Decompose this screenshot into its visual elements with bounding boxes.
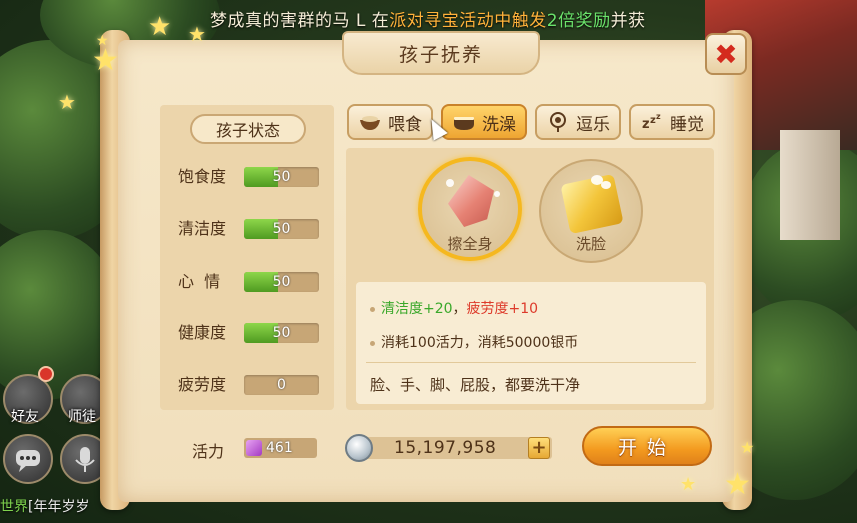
stat-label: 疲劳度 — [178, 375, 227, 394]
chat-bubble-icon — [16, 450, 40, 472]
background-building-pillar — [780, 130, 840, 240]
star-decoration-icon: ★ — [680, 474, 697, 495]
bullet-icon — [370, 340, 375, 346]
tab-bath[interactable]: 洗澡 — [441, 104, 527, 140]
bowl-icon — [360, 116, 380, 130]
vigor-display: 461 — [244, 438, 317, 458]
effect-fatigue-value: +10 — [508, 301, 539, 317]
option-label: 擦全身 — [447, 235, 493, 253]
foam-bubble — [601, 181, 611, 189]
tab-sleep[interactable]: z z z 睡觉 — [629, 104, 715, 140]
notification-dot — [38, 366, 54, 382]
plus-icon: + — [531, 437, 547, 458]
stat-bar: 50 — [244, 167, 319, 187]
stat-label: 饱食度 — [178, 167, 227, 186]
stat-value: 50 — [272, 274, 291, 290]
close-button[interactable]: ✖ — [705, 33, 747, 75]
stat-label: 健康度 — [178, 323, 227, 342]
vigor-label: 活力 — [192, 442, 225, 461]
option-wipe-body[interactable]: 擦全身 — [418, 157, 522, 261]
ticker-event: 派对寻宝活动中触发 — [389, 11, 547, 31]
close-icon: ✖ — [714, 37, 738, 71]
stat-bar: 50 — [244, 323, 319, 343]
stat-row-fatigue: 疲劳度 0 — [170, 374, 330, 396]
chat-channel: 世界 — [0, 499, 28, 515]
vigor-value: 461 — [266, 440, 293, 456]
dialog-title: 孩子抚养 — [398, 43, 483, 66]
rattle-icon — [550, 112, 566, 132]
option-wash-face[interactable]: 洗脸 — [539, 159, 643, 263]
effect-clean-label: 清洁度 — [381, 301, 423, 317]
star-decoration-icon: ★ — [96, 33, 109, 49]
bullet-icon — [370, 306, 375, 312]
stat-label: 清洁度 — [178, 219, 227, 238]
stat-row-health: 健康度 50 — [170, 322, 330, 344]
child-status-header: 孩子状态 — [190, 114, 306, 144]
soap-bar-icon — [448, 175, 494, 227]
stat-bar: 0 — [244, 375, 319, 395]
system-broadcast-ticker: 梦成真的害群的马 L 在派对寻宝活动中触发2倍奖励并获 — [210, 6, 646, 31]
sleep-icon: z z z — [642, 112, 661, 132]
effect-separator: ， — [452, 301, 467, 317]
silver-value: 15,197,958 — [394, 438, 497, 458]
foam-bubble — [494, 191, 500, 197]
effect-line: 清洁度+20，疲劳度+10 — [370, 298, 538, 318]
child-status-title: 孩子状态 — [215, 121, 280, 140]
stat-row-mood: 心 情 50 — [170, 271, 330, 293]
add-silver-button[interactable]: + — [528, 437, 550, 459]
ticker-text-end: 并获 — [610, 11, 646, 31]
stat-label: 心 情 — [178, 272, 221, 291]
ticker-text: L 在 — [350, 11, 390, 31]
option-label: 洗脸 — [575, 235, 606, 253]
option-description: 清洁度+20，疲劳度+10 消耗100活力，消耗50000银币 脸、手、脚、屁股… — [356, 282, 706, 404]
world-chat-line[interactable]: 世界[年年岁岁 — [0, 496, 89, 516]
stat-bar: 50 — [244, 219, 319, 239]
start-button-label: 开始 — [617, 436, 676, 459]
description-divider — [366, 362, 696, 363]
tab-feed[interactable]: 喂食 — [347, 104, 433, 140]
silver-coin-icon — [345, 434, 373, 462]
stat-row-cleanliness: 清洁度 50 — [170, 218, 330, 240]
tab-label: 睡觉 — [670, 114, 704, 135]
star-decoration-icon: ★ — [92, 43, 119, 78]
stat-value: 0 — [277, 377, 286, 393]
ticker-reward: 2倍奖励 — [546, 11, 611, 31]
stat-value: 50 — [272, 221, 291, 237]
svg-text:z: z — [642, 117, 650, 132]
star-decoration-icon: ★ — [188, 22, 206, 46]
stat-value: 50 — [272, 325, 291, 341]
stat-value: 50 — [272, 169, 291, 185]
tab-label: 洗澡 — [482, 114, 516, 135]
star-decoration-icon: ★ — [724, 467, 751, 502]
effect-clean-value: +20 — [423, 301, 453, 317]
tab-label: 逗乐 — [576, 114, 610, 135]
child-status-panel — [160, 105, 334, 410]
ticker-player-name: 梦成真的害群的马 — [210, 11, 350, 31]
tab-label: 喂食 — [388, 114, 422, 135]
tab-play[interactable]: 逗乐 — [535, 104, 621, 140]
start-button[interactable]: 开始 — [582, 426, 712, 466]
stat-row-satiety: 饱食度 50 — [170, 166, 330, 188]
vigor-icon — [246, 440, 262, 456]
dialog-title-plate: 孩子抚养 — [342, 31, 540, 75]
mentor-label: 师徒 — [68, 409, 96, 425]
effect-fatigue-label: 疲劳度 — [466, 301, 509, 317]
star-decoration-icon: ★ — [148, 12, 172, 42]
cost-text: 消耗100活力，消耗50000银币 — [381, 335, 579, 351]
cost-line: 消耗100活力，消耗50000银币 — [370, 332, 578, 352]
friends-label: 好友 — [11, 409, 39, 425]
foam-bubble — [446, 179, 454, 187]
star-decoration-icon: ★ — [740, 438, 755, 457]
star-decoration-icon: ★ — [58, 90, 76, 114]
chat-button[interactable] — [3, 434, 53, 484]
bathtub-icon — [454, 117, 474, 130]
bath-hint-text: 脸、手、脚、屁股，都要洗干净 — [370, 376, 581, 394]
stat-bar: 50 — [244, 272, 319, 292]
chat-text: [年年岁岁 — [28, 499, 90, 515]
svg-text:z: z — [656, 112, 661, 121]
